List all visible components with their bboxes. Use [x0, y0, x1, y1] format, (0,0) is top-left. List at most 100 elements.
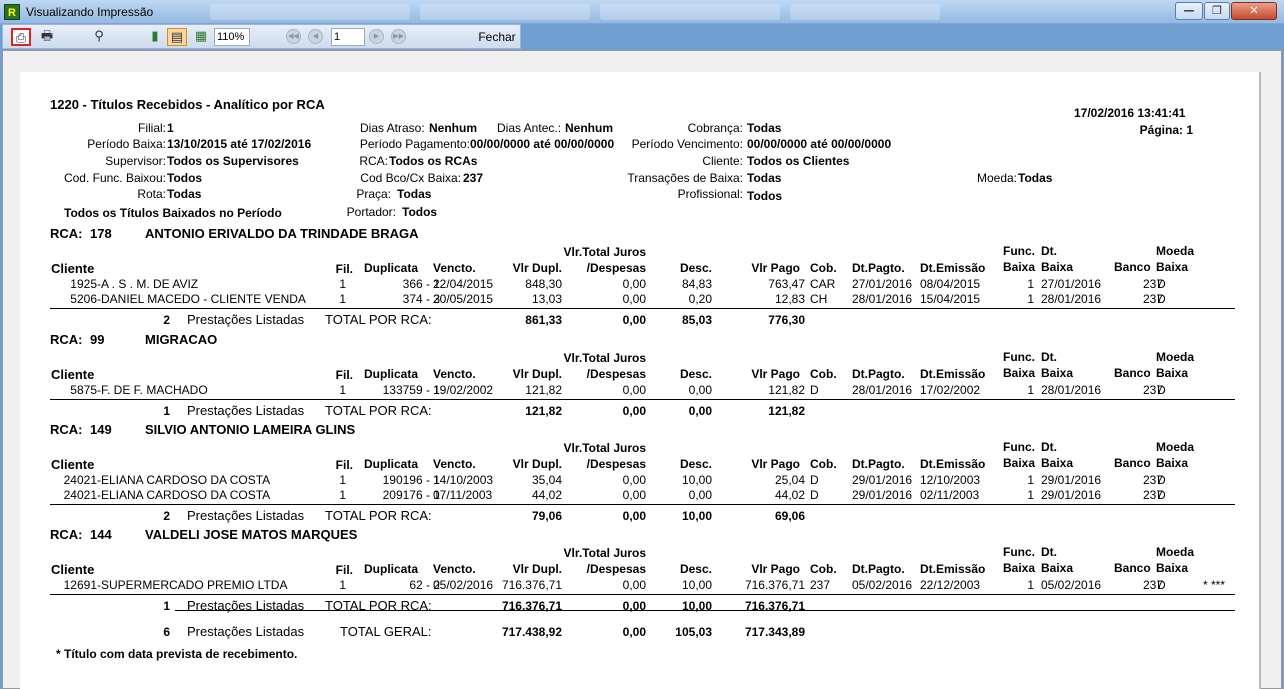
rca-code: 99 [90, 332, 105, 347]
zoom-input[interactable]: 110% [214, 28, 250, 46]
row-vlr-dupl: 848,30 [525, 277, 562, 291]
total-vlr-dupl: 79,06 [531, 509, 562, 523]
rca-code: 178 [90, 226, 112, 241]
row-client-name: -SUPERMERCADO PREMIO LTDA [97, 578, 288, 592]
row-moeda: D [1157, 292, 1166, 306]
row-banco: 237 [1142, 488, 1163, 502]
total-juros: 0,00 [622, 509, 646, 523]
col-cliente-header: Cliente [51, 261, 95, 276]
grand-total-divider [175, 610, 1235, 611]
row-dt-baixa: 29/01/2016 [1041, 473, 1102, 487]
find-icon[interactable]: ⚲ [89, 28, 109, 46]
col-func-header: Func. [1003, 244, 1035, 258]
row-banco: 237 [1142, 292, 1163, 306]
col-desc-header: Desc. [679, 367, 712, 381]
profissional-label: Profissional: [677, 187, 743, 201]
moeda-filter-label: Moeda: [976, 171, 1017, 185]
col-dtbaixa2-header: Baixa [1041, 456, 1074, 470]
total-juros: 0,00 [622, 313, 646, 327]
col-juros2-header: /Despesas [586, 457, 646, 471]
row-client-code: 24021 [63, 473, 97, 487]
row-dt-baixa: 29/01/2016 [1041, 488, 1102, 502]
row-client-code: 5206 [70, 292, 97, 306]
row-desc: 0,20 [688, 292, 712, 306]
last-page-icon[interactable]: ▶▶ [391, 29, 406, 44]
row-func: 1 [1027, 383, 1034, 397]
supervisor-label: Supervisor: [105, 154, 166, 168]
row-desc: 84,83 [681, 277, 712, 291]
total-rca-label: TOTAL POR RCA: [325, 403, 432, 418]
row-client-name: -A . S . M. DE AVIZ [97, 277, 199, 291]
row-cob: D [810, 488, 819, 502]
grand-total-label: Prestações Listadas [187, 624, 305, 639]
background-window-ghost [420, 4, 590, 20]
periodo-baixa-value: 13/10/2015 até 17/02/2016 [167, 137, 312, 151]
row-moeda: D [1157, 578, 1166, 592]
row-banco: 237 [1142, 383, 1163, 397]
col-fil-header: Fil. [335, 262, 353, 276]
grand-total-title: TOTAL GERAL: [340, 624, 432, 639]
col-juros2-header: /Despesas [586, 367, 646, 381]
row-duplicata: 133759 - 1 [382, 383, 440, 397]
rca-label: RCA: [50, 527, 83, 542]
total-juros: 0,00 [622, 404, 646, 418]
cobranca-label: Cobrança: [687, 121, 743, 135]
col-vlrpago-header: Vlr Pago [751, 457, 800, 471]
page-width-icon[interactable]: ▤ [167, 28, 187, 46]
grand-total-count: 6 [163, 625, 170, 639]
multi-page-icon[interactable]: ▦ [191, 28, 211, 46]
col-cob-header: Cob. [810, 261, 837, 275]
close-preview-button[interactable]: Fechar [475, 28, 519, 46]
col-func2-header: Baixa [1003, 456, 1036, 470]
col-dtpagto-header: Dt.Pagto. [852, 261, 905, 275]
maximize-button[interactable]: ❐ [1204, 2, 1230, 20]
title-bar[interactable]: R Visualizando Impressão — ❐ ✕ [0, 0, 1284, 24]
row-dt-pagto: 28/01/2016 [852, 292, 913, 306]
dias-atraso-value: Nenhum [429, 121, 477, 135]
grand-total-juros: 0,00 [622, 625, 646, 639]
total-vlr-pago: 121,82 [768, 404, 805, 418]
row-vlr-pago: 44,02 [774, 488, 805, 502]
col-dtbaixa2-header: Baixa [1041, 260, 1074, 274]
single-page-icon[interactable]: ▮ [145, 28, 165, 46]
minimize-button[interactable]: — [1175, 2, 1203, 20]
col-dtpagto-header: Dt.Pagto. [852, 457, 905, 471]
row-dt-pagto: 29/01/2016 [852, 473, 913, 487]
periodo-pagamento-label: Período Pagamento: [359, 137, 470, 151]
print-setup-icon[interactable]: 🖶 [37, 28, 57, 46]
total-count: 2 [163, 509, 170, 523]
row-desc: 10,00 [681, 578, 712, 592]
filial-label: Filial: [137, 121, 166, 135]
row-juros: 0,00 [622, 277, 646, 291]
row-juros: 0,00 [622, 383, 646, 397]
col-vencto-header: Vencto. [433, 261, 476, 275]
total-vlr-dupl: 121,82 [525, 404, 562, 418]
row-dt-baixa: 05/02/2016 [1041, 578, 1102, 592]
prev-page-icon[interactable]: ◀ [308, 29, 323, 44]
profissional-value: Todos [747, 189, 783, 203]
row-duplicata: 190196 - 1 [382, 473, 440, 487]
col-duplicata-header: Duplicata [364, 457, 419, 471]
print-icon[interactable]: ⎙ [11, 28, 31, 46]
col-fil-header: Fil. [335, 368, 353, 382]
col-dtemissao-header: Dt.Emissão [920, 457, 986, 471]
row-dt-baixa: 28/01/2016 [1041, 292, 1102, 306]
cliente-filter-label: Cliente: [702, 154, 743, 168]
first-page-icon[interactable]: ◀◀ [286, 29, 301, 44]
row-cob: CAR [810, 277, 836, 291]
page-number-input[interactable]: 1 [331, 28, 365, 46]
next-page-icon[interactable]: ▶ [369, 29, 384, 44]
col-desc-header: Desc. [679, 457, 712, 471]
app-icon: R [4, 4, 20, 20]
row-fil: 1 [339, 473, 346, 487]
row-moeda: D [1157, 473, 1166, 487]
row-dt-pagto: 27/01/2016 [852, 277, 913, 291]
group-divider [50, 399, 1235, 400]
total-desc: 10,00 [681, 509, 712, 523]
report-page: 1220 - Títulos Recebidos - Analítico por… [20, 72, 1259, 689]
rota-label: Rota: [137, 187, 166, 201]
close-button[interactable]: ✕ [1231, 2, 1277, 20]
cobranca-value: Todas [747, 121, 782, 135]
row-dt-emissao: 15/04/2015 [920, 292, 981, 306]
total-rca-label: TOTAL POR RCA: [325, 312, 432, 327]
